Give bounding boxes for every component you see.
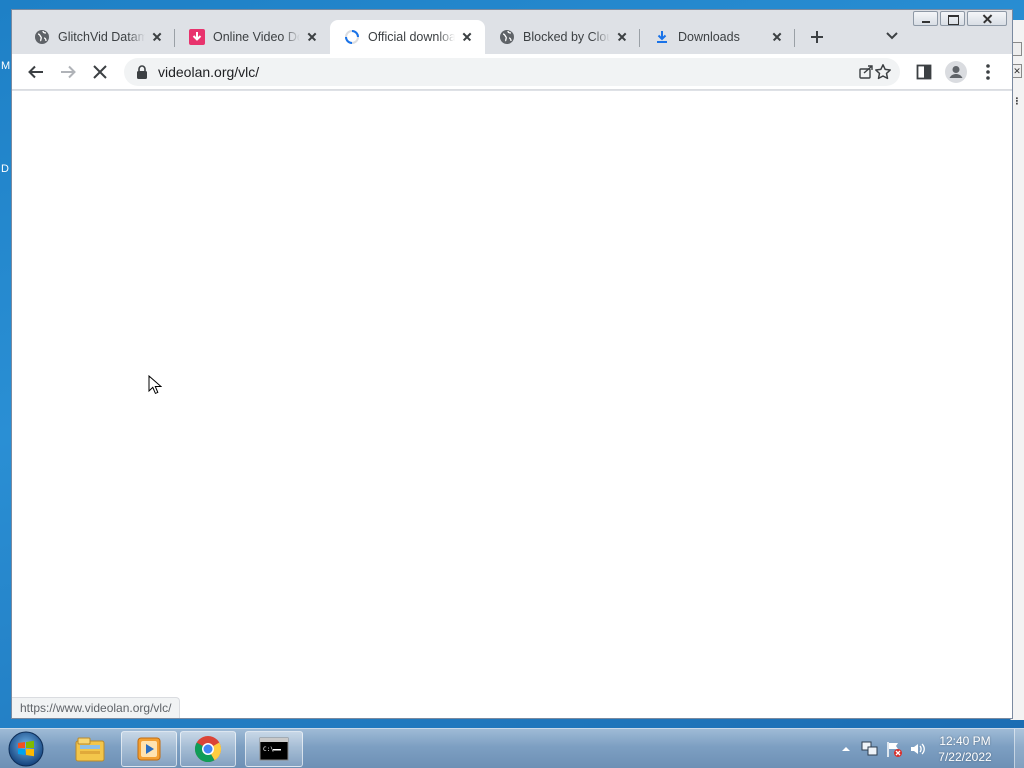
window-controls	[913, 11, 1007, 26]
close-icon[interactable]	[149, 29, 165, 45]
new-tab-button[interactable]	[803, 23, 831, 51]
svg-text:C:\: C:\	[263, 746, 274, 753]
system-tray: 12:40 PM 7/22/2022	[834, 729, 1024, 768]
volume-speaker-icon[interactable]	[909, 740, 927, 758]
forward-button[interactable]	[54, 58, 82, 86]
tab-title: Downloads	[678, 30, 740, 44]
command-prompt-icon[interactable]: C:\	[245, 731, 303, 767]
close-icon[interactable]	[614, 29, 630, 45]
google-chrome-icon[interactable]	[180, 731, 236, 767]
page-content[interactable]: https://www.videolan.org/vlc/	[12, 91, 1012, 718]
browser-toolbar: videolan.org/vlc/	[12, 54, 1012, 90]
address-bar[interactable]: videolan.org/vlc/	[124, 58, 900, 86]
tab-glitchvid[interactable]: GlitchVid Datamosh	[20, 20, 175, 54]
link-status-bubble: https://www.videolan.org/vlc/	[12, 697, 181, 718]
globe-icon	[34, 29, 50, 45]
back-button[interactable]	[22, 58, 50, 86]
minimize-button[interactable]	[913, 11, 938, 26]
pink-download-icon	[189, 29, 205, 45]
download-arrow-icon	[654, 29, 670, 45]
desktop-icon-label: M	[1, 60, 11, 72]
more-icon[interactable]: ⋮	[1012, 95, 1022, 109]
taskbar: C:\ 12:40 PM 7/22/2022	[0, 728, 1024, 768]
clock-time: 12:40 PM	[939, 734, 991, 748]
tab-blocked-by-cloudflare[interactable]: Blocked by Cloudflare	[485, 20, 640, 54]
taskbar-clock[interactable]: 12:40 PM 7/22/2022	[930, 733, 1000, 765]
side-panel-icon[interactable]	[910, 58, 938, 86]
mouse-cursor-icon	[148, 374, 163, 395]
close-window-button[interactable]	[967, 11, 1007, 26]
lock-icon[interactable]	[136, 65, 148, 79]
more-menu-icon[interactable]	[974, 58, 1002, 86]
background-window-button[interactable]	[1012, 42, 1022, 56]
profile-avatar-icon[interactable]	[942, 58, 970, 86]
stop-loading-button[interactable]	[86, 58, 114, 86]
desktop-icon-label: D	[1, 163, 9, 175]
maximize-button[interactable]	[940, 11, 965, 26]
bookmark-star-icon[interactable]	[869, 58, 897, 86]
network-icon[interactable]	[861, 740, 879, 758]
show-desktop-button[interactable]	[1014, 729, 1024, 768]
tab-title: Online Video Downloader	[213, 30, 300, 44]
tab-separator	[794, 29, 795, 47]
tab-title: Official download of VLC	[368, 30, 455, 44]
action-center-flag-icon[interactable]	[885, 740, 903, 758]
tab-online-video-downloader[interactable]: Online Video Downloader	[175, 20, 330, 54]
url-text[interactable]: videolan.org/vlc/	[158, 64, 259, 80]
tab-title: GlitchVid Datamosh	[58, 30, 145, 44]
loading-spinner-icon	[344, 29, 360, 45]
globe-icon	[499, 29, 515, 45]
close-icon[interactable]	[459, 29, 475, 45]
start-button[interactable]	[6, 730, 46, 768]
tab-search-chevron-icon[interactable]	[882, 28, 902, 44]
chrome-window: GlitchVid Datamosh Online Video Download…	[11, 9, 1013, 719]
tab-strip: GlitchVid Datamosh Online Video Download…	[12, 18, 912, 54]
close-icon[interactable]	[304, 29, 320, 45]
tab-official-download-vlc[interactable]: Official download of VLC	[330, 20, 485, 54]
clock-date: 7/22/2022	[938, 750, 992, 764]
windows-explorer-icon[interactable]	[62, 731, 118, 767]
tab-downloads[interactable]: Downloads	[640, 20, 795, 54]
media-player-icon[interactable]	[121, 731, 177, 767]
close-icon[interactable]: ✕	[1012, 64, 1022, 78]
show-hidden-icons-icon[interactable]	[837, 740, 855, 758]
close-icon[interactable]	[769, 29, 785, 45]
tab-title: Blocked by Cloudflare	[523, 30, 610, 44]
